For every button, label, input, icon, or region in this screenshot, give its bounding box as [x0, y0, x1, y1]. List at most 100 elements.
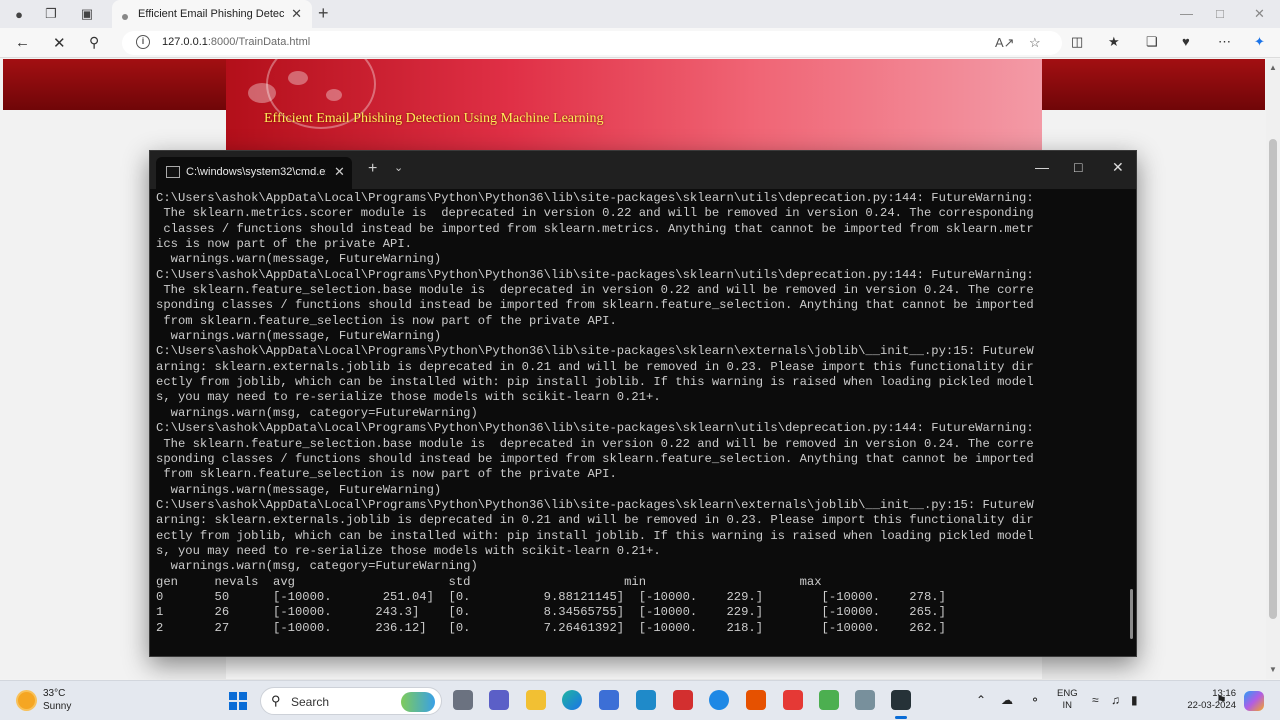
cmd-window[interactable]: C:\windows\system32\cmd.exe ✕ + ⌄ — □ ✕ …	[149, 150, 1137, 657]
terminal-line: The sklearn.feature_selection.base modul…	[156, 283, 1034, 298]
search-icon: ⚲	[271, 693, 281, 708]
terminal-taskbar-icon[interactable]	[891, 690, 911, 719]
snipping-tool-icon[interactable]	[855, 690, 875, 710]
banner-heart-decoration	[248, 83, 276, 103]
browser-tab-active[interactable]: Efficient Email Phishing Detection Using…	[112, 0, 312, 28]
start-button-icon[interactable]	[229, 692, 247, 710]
more-menu-icon[interactable]: ⋯	[1218, 34, 1231, 50]
battery-icon[interactable]: ▮	[1131, 693, 1138, 707]
terminal-line: warnings.warn(message, FutureWarning)	[156, 329, 442, 344]
taskbar-search[interactable]: ⚲ Search	[260, 687, 442, 715]
url-text[interactable]: 127.0.0.1:8000/TrainData.html	[162, 36, 310, 48]
microsoft-store-icon[interactable]	[599, 690, 619, 710]
banner-heart-decoration	[326, 89, 342, 101]
terminal-line: C:\Users\ashok\AppData\Local\Programs\Py…	[156, 344, 1034, 359]
tab-close-icon[interactable]: ✕	[291, 6, 302, 22]
page-scrollbar[interactable]: ▲ ▼	[1266, 59, 1280, 679]
mysql-workbench-icon[interactable]	[636, 690, 656, 710]
terminal-line: C:\Users\ashok\AppData\Local\Programs\Py…	[156, 421, 1034, 436]
xampp-icon[interactable]	[746, 690, 766, 710]
file-explorer-icon[interactable]	[526, 690, 546, 710]
task-view-icon[interactable]	[453, 690, 473, 710]
cmd-tab-dropdown-icon[interactable]: ⌄	[394, 161, 403, 174]
terminal-scrollbar[interactable]	[1130, 589, 1133, 639]
back-icon[interactable]: ←	[15, 34, 30, 51]
terminal-line: warnings.warn(msg, category=FutureWarnin…	[156, 559, 478, 574]
cmd-tab-close-icon[interactable]: ✕	[334, 164, 345, 180]
mcafee-icon[interactable]	[673, 690, 693, 710]
terminal-line: classes / functions should instead be im…	[156, 221, 1034, 236]
stop-loading-icon[interactable]: ✕	[53, 34, 66, 52]
address-bar[interactable]: i 127.0.0.1:8000/TrainData.html A↗ ☆	[122, 31, 1062, 55]
terminal-line: 1 26 [-10000. 243.3] [0. 8.34565755] [-1…	[156, 605, 946, 620]
collections-icon[interactable]: ❏	[1146, 34, 1158, 50]
favorite-star-icon[interactable]: ☆	[1029, 35, 1041, 51]
workspaces-icon[interactable]: ❐	[42, 5, 60, 23]
terminal-line: sponding classes / functions should inst…	[156, 298, 1034, 313]
onedrive-icon[interactable]: ☁	[1001, 693, 1013, 707]
site-info-icon[interactable]: i	[136, 35, 150, 49]
page-banner: Efficient Email Phishing Detection Using…	[226, 59, 1042, 151]
cmd-minimize-icon[interactable]: —	[1035, 159, 1049, 175]
terminal-line: sponding classes / functions should inst…	[156, 451, 1034, 466]
terminal-line: The sklearn.feature_selection.base modul…	[156, 436, 1034, 451]
tab-favicon-icon	[122, 14, 128, 20]
cmd-app-icon	[166, 166, 180, 178]
cmd-close-icon[interactable]: ✕	[1112, 159, 1124, 176]
scrollbar-thumb[interactable]	[1269, 139, 1277, 619]
browser-essentials-icon[interactable]: ♥	[1182, 34, 1190, 49]
terminal-line: The sklearn.metrics.scorer module is dep…	[156, 206, 1034, 221]
scroll-up-icon[interactable]: ▲	[1269, 63, 1277, 72]
notepad-icon[interactable]	[819, 690, 839, 710]
terminal-line: C:\Users\ashok\AppData\Local\Programs\Py…	[156, 267, 1034, 282]
microphone-icon[interactable]: ⚬	[1030, 693, 1040, 707]
terminal-line: from sklearn.feature_selection is now pa…	[156, 313, 617, 328]
sunny-icon	[18, 692, 35, 709]
teams-icon[interactable]	[489, 690, 509, 710]
search-icon[interactable]: ⚲	[89, 34, 99, 51]
tray-overflow-icon[interactable]: ⌃	[976, 693, 986, 707]
cmd-maximize-icon[interactable]: □	[1074, 159, 1082, 175]
python-idle-icon[interactable]	[709, 690, 729, 710]
tab-actions-icon[interactable]: ▣	[78, 5, 96, 23]
split-screen-icon[interactable]: ◫	[1071, 34, 1083, 50]
copilot-browser-icon[interactable]: ✦	[1254, 34, 1265, 50]
browser-toolbar: ← ✕ ⚲ i 127.0.0.1:8000/TrainData.html A↗…	[0, 28, 1280, 58]
copilot-icon[interactable]	[1244, 691, 1264, 711]
terminal-line: warnings.warn(msg, category=FutureWarnin…	[156, 405, 478, 420]
scroll-down-icon[interactable]: ▼	[1269, 665, 1277, 674]
terminal-line: from sklearn.feature_selection is now pa…	[156, 467, 617, 482]
terminal-line: ics is now part of the private API.	[156, 237, 412, 252]
wps-office-icon[interactable]	[783, 690, 803, 710]
taskbar: 33°C Sunny ⚲ Search ⌃ ☁ ⚬ ENG IN ≈ ♫ ▮ 1…	[0, 680, 1280, 720]
cmd-tab[interactable]: C:\windows\system32\cmd.exe ✕	[156, 157, 352, 189]
terminal-line: s, you may need to re-serialize those mo…	[156, 390, 661, 405]
read-aloud-icon[interactable]: A↗	[995, 35, 1015, 51]
edge-icon[interactable]	[562, 690, 582, 710]
terminal-line: gen nevals avg std min max	[156, 574, 822, 589]
language-indicator[interactable]: ENG IN	[1057, 688, 1078, 712]
cmd-new-tab-icon[interactable]: +	[368, 160, 377, 178]
terminal-line: C:\Users\ashok\AppData\Local\Programs\Py…	[156, 497, 1034, 512]
maximize-icon[interactable]: □	[1216, 6, 1224, 21]
banner-title: Efficient Email Phishing Detection Using…	[264, 111, 604, 126]
search-placeholder: Search	[291, 695, 330, 709]
wifi-icon[interactable]: ≈	[1092, 693, 1099, 707]
close-window-icon[interactable]: ✕	[1254, 6, 1265, 22]
profile-icon[interactable]: ●	[10, 5, 28, 23]
terminal-line: warnings.warn(message, FutureWarning)	[156, 482, 442, 497]
volume-icon[interactable]: ♫	[1111, 693, 1120, 707]
terminal-line: C:\Users\ashok\AppData\Local\Programs\Py…	[156, 191, 1034, 205]
cmd-titlebar[interactable]: C:\windows\system32\cmd.exe ✕ + ⌄ — □ ✕	[150, 151, 1136, 189]
favorites-icon[interactable]: ★	[1108, 34, 1120, 50]
weather-condition: Sunny	[43, 701, 72, 712]
minimize-icon[interactable]: —	[1180, 6, 1193, 21]
taskbar-clock[interactable]: 13:16 22-03-2024	[1176, 688, 1236, 712]
new-tab-icon[interactable]: +	[318, 3, 329, 24]
terminal-line: arning: sklearn.externals.joblib is depr…	[156, 513, 1034, 528]
notifications-bell-icon[interactable]: ⚑	[1216, 693, 1227, 707]
terminal-line: 0 50 [-10000. 251.04] [0. 9.88121145] [-…	[156, 589, 946, 604]
terminal-output[interactable]: C:\Users\ashok\AppData\Local\Programs\Py…	[156, 191, 1126, 636]
clock-time: 13:16	[1212, 688, 1236, 699]
weather-temperature: 33°C	[43, 688, 66, 699]
